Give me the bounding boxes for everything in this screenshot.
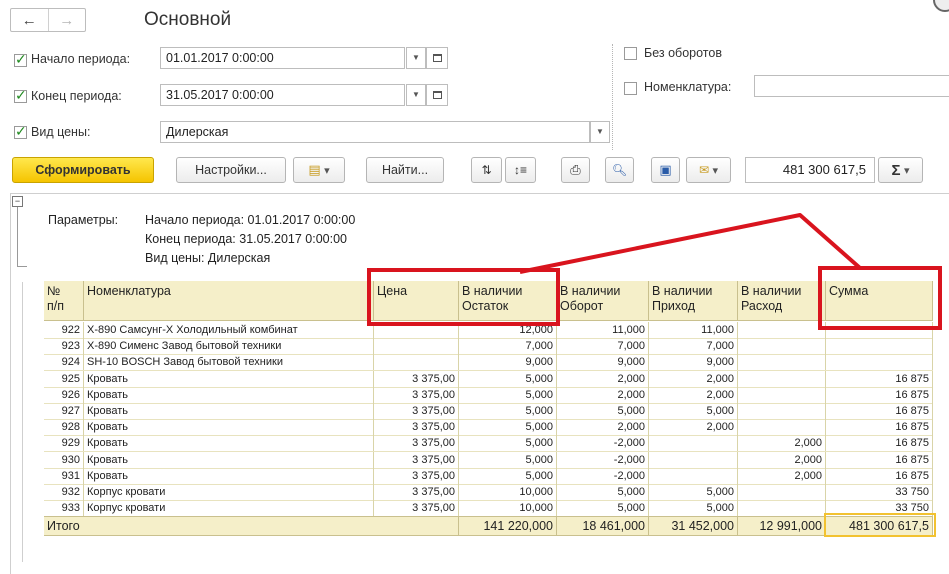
annotation-arrows [519,213,862,274]
annotation-arrow-line [519,213,862,274]
